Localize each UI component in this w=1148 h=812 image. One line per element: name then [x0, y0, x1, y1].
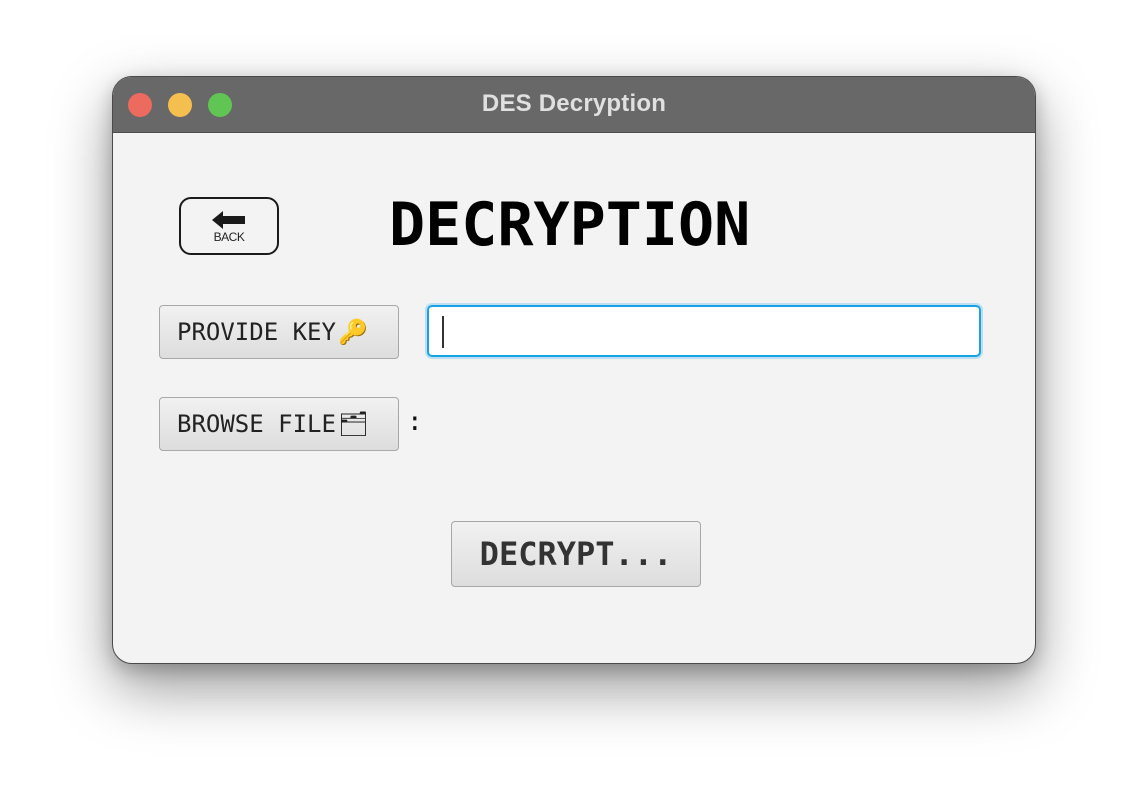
provide-key-button-label: PROVIDE KEY [177, 318, 336, 346]
decrypt-button[interactable]: DECRYPT... [451, 521, 701, 587]
browse-file-button[interactable]: BROWSE FILE 🗂 [159, 397, 399, 451]
folder-icon: 🗂 [337, 410, 369, 438]
key-input[interactable] [427, 305, 981, 357]
title-bar[interactable]: DES Decryption [113, 77, 1035, 133]
key-icon: 🔑 [337, 318, 368, 346]
provide-key-button[interactable]: PROVIDE KEY 🔑 [159, 305, 399, 359]
back-button[interactable]: BACK [179, 197, 279, 255]
page-title: DECRYPTION [389, 190, 751, 260]
window-title: DES Decryption [481, 90, 667, 117]
selected-file-label: : [407, 407, 423, 437]
text-caret [442, 316, 444, 348]
app-window: DES Decryption BACK DECRYPTION PROVIDE K… [112, 76, 1036, 664]
back-button-label: BACK [213, 230, 245, 244]
left-arrow-icon [212, 211, 245, 229]
browse-file-button-label: BROWSE FILE [177, 410, 336, 438]
